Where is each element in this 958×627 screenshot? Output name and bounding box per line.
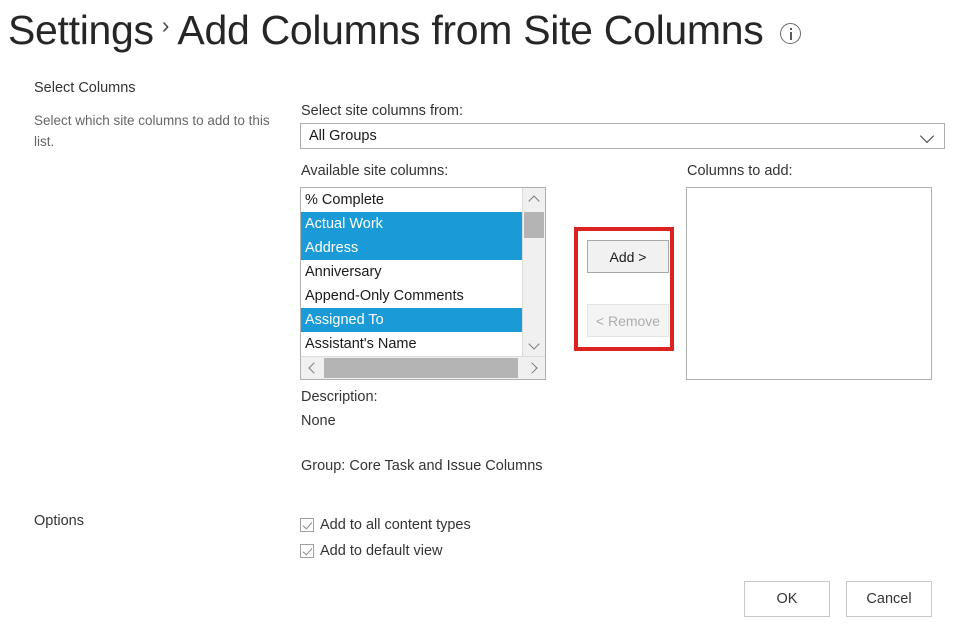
description-heading: Description: [301,389,378,405]
available-vertical-scrollbar[interactable] [522,188,545,356]
label-select-site-columns-from: Select site columns from: [301,103,463,119]
available-listbox-body: % Complete Actual Work Address Anniversary A… [301,188,545,356]
scroll-down-arrow-icon[interactable] [523,334,545,356]
chevron-down-icon [920,128,936,144]
section-description-select-columns: Select which site columns to add to this… [34,113,270,149]
page-root: Settings › Add Columns from Site Columns… [0,0,958,627]
checkbox-add-to-all-content-types[interactable] [300,518,314,532]
description-value: None [301,413,336,429]
checkbox-label-add-to-default-view: Add to default view [320,543,443,559]
scroll-left-arrow-icon[interactable] [301,357,324,379]
available-horizontal-scrollbar[interactable] [301,356,545,379]
breadcrumb-parent[interactable]: Settings [8,2,154,58]
page-title: Settings › Add Columns from Site Columns [8,2,802,58]
ok-button[interactable]: OK [744,581,830,617]
available-column-option[interactable]: Assistant's Name [301,332,522,356]
add-button[interactable]: Add > [587,240,669,273]
group-text: Group: Core Task and Issue Columns [301,458,543,474]
scroll-right-arrow-icon[interactable] [522,357,545,379]
info-icon[interactable] [780,22,802,44]
vertical-scroll-thumb[interactable] [524,212,544,238]
section-label-options: Options [34,513,84,529]
checkbox-label-add-to-all-content-types: Add to all content types [320,517,471,533]
horizontal-scroll-thumb[interactable] [324,358,518,378]
available-column-option[interactable]: Append-Only Comments [301,284,522,308]
available-column-option[interactable]: Actual Work [301,212,522,236]
available-column-option[interactable]: Anniversary [301,260,522,284]
remove-button[interactable]: < Remove [587,304,669,337]
scroll-up-arrow-icon[interactable] [523,188,545,210]
vertical-scroll-track[interactable] [523,210,545,334]
label-columns-to-add: Columns to add: [687,163,793,179]
info-icon-bar [789,31,792,40]
available-site-columns-listbox[interactable]: % Complete Actual Work Address Anniversary A… [300,187,546,380]
cancel-button[interactable]: Cancel [846,581,932,617]
site-columns-group-value: All Groups [309,128,377,144]
add-remove-button-group-highlight: Add > < Remove [574,227,674,351]
checkbox-add-to-default-view[interactable] [300,544,314,558]
site-columns-group-dropdown[interactable]: All Groups [300,123,945,149]
breadcrumb-separator: › [161,11,170,38]
section-label-select-columns: Select Columns [34,80,136,96]
available-column-option[interactable]: % Complete [301,188,522,212]
available-listbox-items[interactable]: % Complete Actual Work Address Anniversary A… [301,188,522,356]
checkbox-row-add-to-default-view[interactable]: Add to default view [300,543,443,559]
horizontal-scroll-track[interactable] [324,357,522,379]
checkbox-row-add-to-all-content-types[interactable]: Add to all content types [300,517,471,533]
available-column-option[interactable]: Assigned To [301,308,522,332]
label-available-site-columns: Available site columns: [301,163,449,179]
columns-to-add-listbox[interactable] [686,187,932,380]
page-title-text: Add Columns from Site Columns [177,7,764,53]
available-column-option[interactable]: Address [301,236,522,260]
info-icon-dot [789,27,792,30]
